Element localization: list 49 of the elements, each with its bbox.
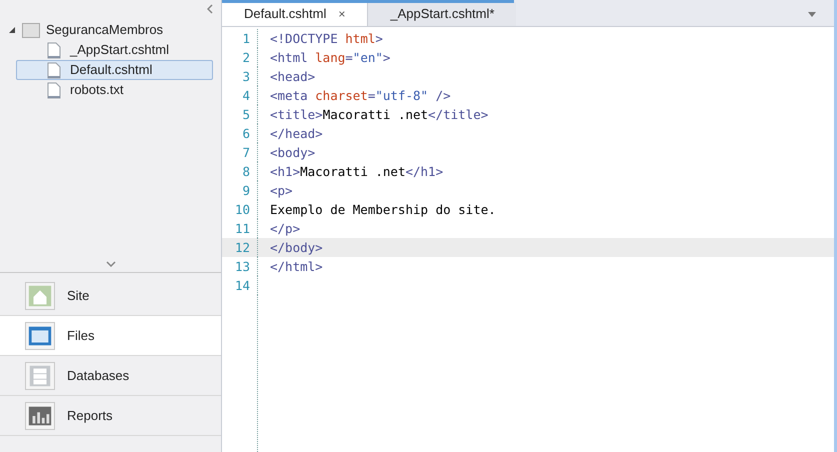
line-number: 5	[241, 106, 251, 124]
file-icon	[47, 62, 61, 78]
line-number: 6	[241, 125, 251, 143]
code-line: <head>	[270, 68, 316, 86]
code-line: </html>	[270, 258, 323, 276]
code-line: </p>	[270, 220, 300, 238]
code-line: <body>	[270, 144, 316, 162]
house-icon	[25, 282, 55, 310]
line-number: 14	[234, 277, 251, 295]
tree-item[interactable]: _AppStart.cshtml	[16, 40, 213, 60]
tree-item[interactable]: SegurancaMembros	[46, 20, 164, 40]
file-icon	[47, 42, 61, 58]
folder-icon	[25, 322, 55, 350]
chevron-left-icon[interactable]	[207, 4, 213, 14]
nav-item[interactable]: Databases	[0, 356, 221, 396]
code-line: <meta charset="utf-8" />	[270, 87, 451, 105]
line-number: 4	[241, 87, 251, 105]
dropdown-arrow-icon[interactable]	[808, 12, 816, 17]
file-icon	[47, 82, 61, 98]
line-number: 3	[241, 68, 251, 86]
line-number: 7	[241, 144, 251, 162]
code-line: <h1>Macoratti .net</h1>	[270, 163, 444, 181]
line-number: 9	[241, 182, 251, 200]
code-line: <html lang="en">	[270, 49, 390, 67]
nav-item[interactable]: Reports	[0, 396, 221, 436]
expand-arrow-icon[interactable]	[8, 26, 16, 34]
table-icon	[25, 362, 55, 390]
line-number: 11	[234, 220, 251, 238]
line-number: 2	[241, 49, 251, 67]
line-number: 13	[234, 258, 251, 276]
code-line: <title>Macoratti .net</title>	[270, 106, 488, 124]
editor-tab[interactable]: Default.cshtml ×	[222, 2, 368, 26]
chevron-down-icon[interactable]	[106, 260, 116, 266]
editor-tab[interactable]: _AppStart.cshtml*	[368, 2, 516, 26]
code-line: <!DOCTYPE html>	[270, 30, 383, 48]
folder-icon	[22, 22, 40, 38]
nav-item[interactable]: Files	[0, 316, 221, 356]
code-line: <p>	[270, 182, 293, 200]
code-line: Exemplo de Membership do site.	[270, 201, 496, 219]
line-number: 12	[234, 239, 251, 257]
tree-item[interactable]: Default.cshtml	[16, 60, 213, 80]
tree-item[interactable]: robots.txt	[16, 80, 213, 100]
line-number: 8	[241, 163, 251, 181]
line-number: 1	[241, 30, 251, 48]
bar-chart-icon	[25, 402, 55, 430]
code-line: </body>	[270, 239, 323, 257]
line-number: 10	[234, 201, 251, 219]
code-line: </head>	[270, 125, 323, 143]
close-icon[interactable]: ×	[338, 5, 346, 23]
